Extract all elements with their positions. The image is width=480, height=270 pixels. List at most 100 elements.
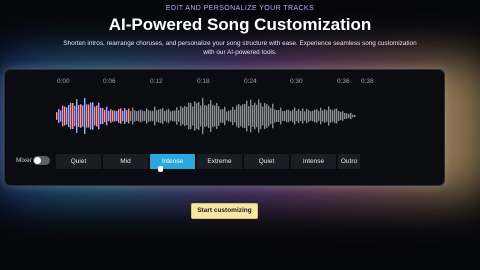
segment-quiet-2[interactable]: Quiet <box>244 154 289 169</box>
start-customizing-button[interactable]: Start customizing <box>191 203 258 219</box>
waveform-bar <box>234 109 236 123</box>
waveform-bar <box>292 109 294 123</box>
toggle-knob <box>34 157 41 164</box>
waveform-bar <box>64 106 66 126</box>
waveform-bar <box>270 107 272 125</box>
waveform-bar <box>58 109 60 123</box>
waveform-bar <box>152 110 154 122</box>
waveform-bar <box>68 104 70 128</box>
waveform-bar <box>348 113 350 119</box>
waveform-bar <box>106 106 108 126</box>
waveform-bar <box>80 104 82 128</box>
waveform-bar <box>190 102 192 130</box>
waveform-bar <box>244 103 246 129</box>
waveform-bar <box>134 110 136 122</box>
waveform-bar <box>300 110 302 122</box>
waveform-bar <box>144 111 146 121</box>
waveform-bar <box>124 108 126 124</box>
waveform-bar <box>62 105 64 127</box>
waveform-bar <box>224 106 226 126</box>
waveform-bar <box>88 104 90 128</box>
waveform-bar <box>324 109 326 123</box>
waveform-bar <box>218 106 220 126</box>
segment-quiet-1[interactable]: Quiet <box>56 154 101 169</box>
waveform-bar <box>92 102 94 130</box>
waveform-bar <box>288 109 290 123</box>
waveform-bar <box>102 107 104 125</box>
waveform-bar <box>286 109 288 123</box>
waveform-bar <box>70 102 72 130</box>
waveform-bar <box>332 110 334 122</box>
mixer-label: Mixer <box>16 157 32 164</box>
waveform-bar <box>188 102 190 130</box>
timeline-tick: 0:24 <box>244 78 257 85</box>
waveform-bar <box>268 105 270 127</box>
waveform-bar <box>352 114 354 118</box>
waveform-bar <box>150 110 152 122</box>
waveform-bar <box>168 108 170 124</box>
segment-intense-2[interactable]: Intense <box>291 154 336 169</box>
waveform-bar <box>154 106 156 126</box>
waveform-bar <box>274 109 276 123</box>
waveform-bar <box>90 102 92 130</box>
waveform-bar <box>232 106 234 126</box>
waveform-bar <box>314 109 316 123</box>
waveform-bar <box>146 108 148 124</box>
waveform-bar <box>76 99 78 133</box>
waveform-bar <box>248 106 250 126</box>
waveform-bar <box>242 104 244 128</box>
timeline-tick: 0:06 <box>103 78 116 85</box>
waveform-bar <box>326 110 328 122</box>
waveform-bar <box>240 105 242 127</box>
waveform-bar <box>350 112 352 120</box>
waveform-bar <box>252 105 254 127</box>
waveform-bar <box>94 106 96 126</box>
waveform-bar <box>82 105 84 127</box>
waveform-bar <box>216 103 218 129</box>
timeline-tick: 0:30 <box>290 78 303 85</box>
waveform-bar <box>130 110 132 122</box>
waveform-bar <box>260 103 262 129</box>
waveform-bar <box>304 111 306 121</box>
waveform-bar <box>322 110 324 122</box>
waveform-bar <box>164 110 166 122</box>
waveform-bar <box>290 111 292 121</box>
waveform-bar <box>282 111 284 121</box>
waveform-bar <box>128 108 130 124</box>
waveform-bar <box>78 104 80 128</box>
waveform-bar <box>56 112 58 120</box>
page-subtitle: Shorten intros, rearrange choruses, and … <box>63 40 417 56</box>
waveform-bar <box>296 110 298 122</box>
segment-extreme[interactable]: Extreme <box>197 154 242 169</box>
waveform-bar <box>136 111 138 121</box>
audio-waveform[interactable] <box>56 94 356 138</box>
timeline-tick: 0:00 <box>57 78 70 85</box>
mixer-toggle[interactable] <box>33 156 50 165</box>
waveform-bar <box>160 109 162 123</box>
waveform-bar <box>330 109 332 123</box>
waveform-bar <box>166 109 168 123</box>
segment-intense-1[interactable]: Intense <box>150 154 195 169</box>
waveform-bar <box>250 99 252 133</box>
waveform-bar <box>72 102 74 130</box>
waveform-bar <box>100 107 102 125</box>
waveform-bar <box>196 103 198 129</box>
waveform-bar <box>230 110 232 122</box>
timeline-tick: 0:36 <box>337 78 350 85</box>
waveform-bar <box>120 108 122 124</box>
waveform-bar <box>202 97 204 135</box>
waveform-bar <box>86 104 88 128</box>
timeline-tick: 0:12 <box>150 78 163 85</box>
timeline-tick: 0:18 <box>197 78 210 85</box>
waveform-bar <box>316 109 318 123</box>
waveform-bar <box>204 104 206 128</box>
waveform-bar <box>174 110 176 122</box>
waveform-bar <box>318 111 320 121</box>
segment-mid[interactable]: Mid <box>103 154 148 169</box>
waveform-bar <box>142 110 144 122</box>
waveform-bar <box>186 106 188 126</box>
segment-outro[interactable]: Outro <box>338 154 360 169</box>
waveform-bar <box>228 110 230 122</box>
timeline-tick: 0:38 <box>361 78 374 85</box>
waveform-bar <box>206 105 208 127</box>
